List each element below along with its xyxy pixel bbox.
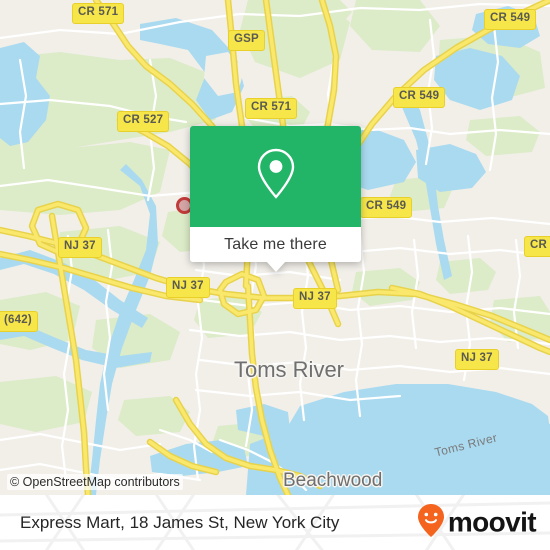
moovit-map-screenshot: CR 571 GSP CR 549 CR 549 CR 571 CR 527 CR 549 C… — [0, 0, 550, 550]
road-shield: CR 571 — [72, 3, 125, 24]
road-shield: CR 527 — [117, 111, 170, 132]
road-shield: NJ 37 — [58, 237, 102, 258]
map-canvas[interactable]: CR 571 GSP CR 549 CR 549 CR 571 CR 527 CR 549 C… — [0, 0, 550, 495]
place-label: Toms River — [234, 357, 345, 382]
road-shield: CR 549 — [484, 9, 537, 30]
road-shield: CR — [524, 236, 550, 257]
road-shield: NJ 37 — [293, 288, 337, 309]
callout-body: Take me there — [190, 126, 361, 262]
road-shield: NJ 37 — [166, 277, 210, 298]
location-pin-icon — [254, 147, 298, 206]
road-shield: CR 549 — [393, 87, 446, 108]
moovit-smiley-pin-icon — [416, 502, 446, 543]
road-shield: GSP — [228, 30, 265, 51]
place-label: Beachwood — [283, 470, 383, 491]
moovit-wordmark: moovit — [447, 506, 537, 538]
take-me-there-button[interactable]: Take me there — [190, 227, 361, 262]
take-me-there-label: Take me there — [224, 235, 327, 253]
callout-header — [190, 126, 361, 227]
road-shield: (642) — [0, 311, 38, 332]
road-shield: NJ 37 — [455, 349, 499, 370]
destination-callout-card[interactable]: Take me there — [190, 126, 361, 272]
location-address-text: Express Mart, 18 James St, New York City — [20, 512, 340, 532]
road-shield: CR 571 — [245, 98, 298, 119]
callout-pointer — [266, 261, 286, 272]
road-shield: CR 549 — [360, 197, 413, 218]
moovit-brand-logo[interactable]: moovit — [416, 502, 537, 543]
footer-bar: Express Mart, 18 James St, New York City… — [0, 495, 550, 550]
osm-attribution[interactable]: © OpenStreetMap contributors — [7, 474, 183, 490]
